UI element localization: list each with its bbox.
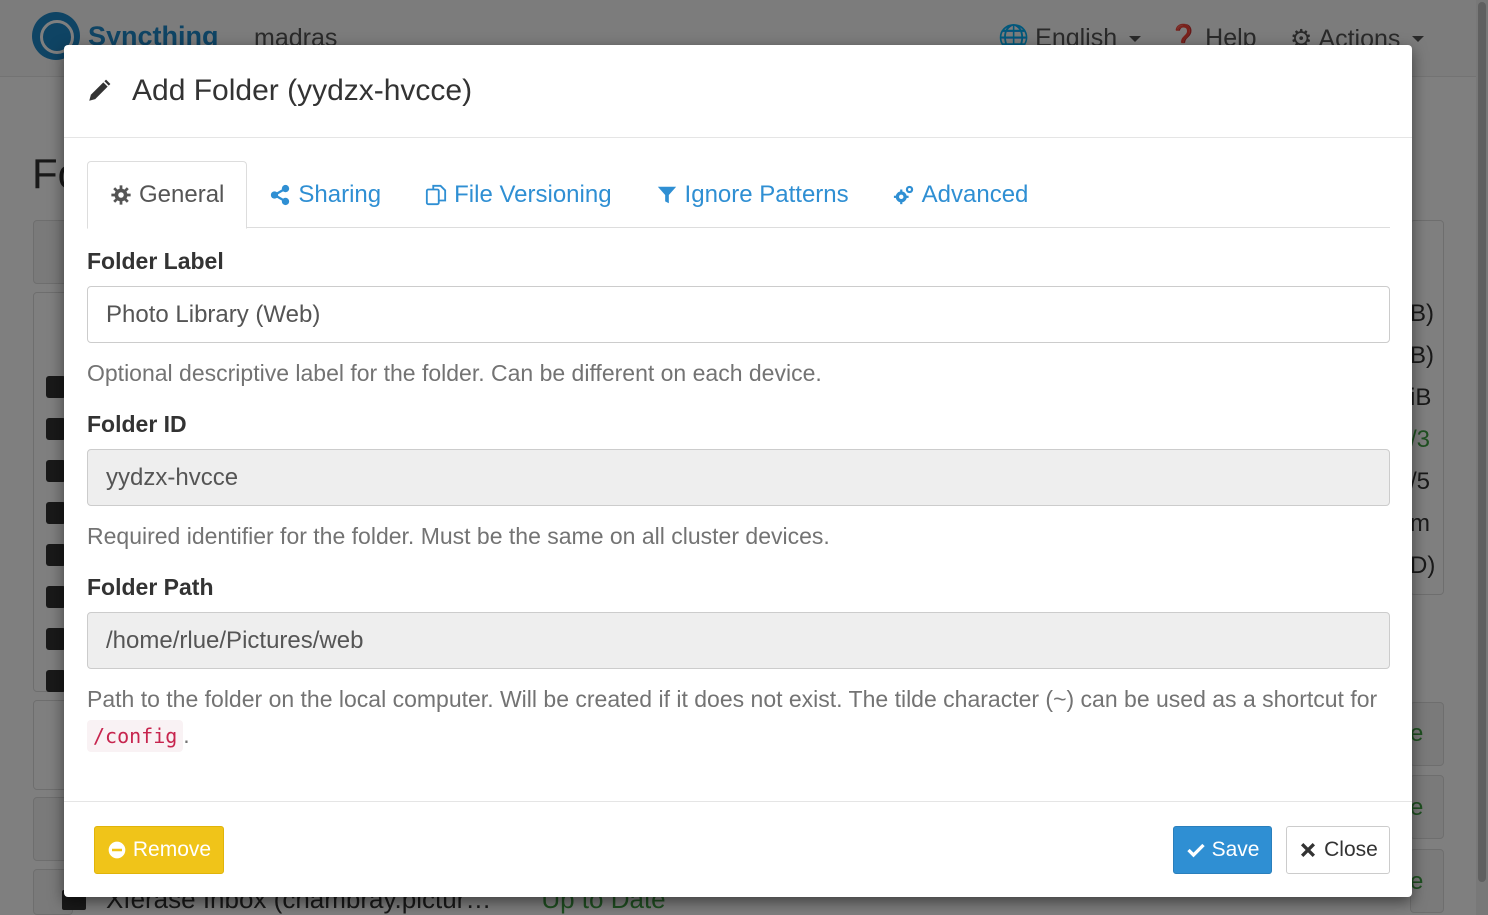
tab-sharing[interactable]: Sharing [247, 161, 403, 228]
folder-label-group: Folder Label Optional descriptive label … [87, 248, 1390, 391]
folder-label-label: Folder Label [87, 248, 224, 274]
tab-label: Ignore Patterns [684, 180, 849, 208]
folder-path-help-end: . [183, 722, 190, 748]
modal-footer: Remove Save Close [64, 801, 1412, 897]
folder-path-label: Folder Path [87, 574, 214, 600]
tab-general[interactable]: General [87, 161, 248, 229]
tab-file-versioning[interactable]: File Versioning [403, 161, 633, 228]
folder-id-help: Required identifier for the folder. Must… [87, 523, 830, 549]
folder-id-label: Folder ID [87, 411, 187, 437]
config-path-code: /config [87, 720, 184, 752]
save-label: Save [1211, 838, 1260, 861]
modal-title: Add Folder (yydzx-hvcce) [132, 74, 473, 107]
copy-icon [426, 184, 447, 205]
remove-label: Remove [132, 838, 212, 861]
save-button[interactable]: Save [1173, 826, 1272, 874]
check-icon [1186, 843, 1205, 858]
folder-label-input[interactable] [87, 286, 1390, 343]
folder-label-help: Optional descriptive label for the folde… [87, 360, 822, 386]
minus-circle-icon [108, 841, 126, 859]
tab-label: General [139, 181, 225, 208]
modal-body: General Sharing File Versioning Ignore P… [64, 138, 1412, 754]
close-button[interactable]: Close [1286, 826, 1390, 874]
close-label: Close [1324, 838, 1378, 861]
close-icon [1301, 842, 1316, 858]
filter-icon [657, 186, 676, 203]
folder-id-group: Folder ID Required identifier for the fo… [87, 411, 1390, 554]
folder-path-group: Folder Path Path to the folder on the lo… [87, 574, 1390, 754]
gear-icon [111, 185, 131, 205]
tab-label: Advanced [921, 180, 1029, 208]
folder-path-input[interactable] [87, 612, 1390, 669]
gears-icon [893, 185, 913, 204]
folder-path-help: Path to the folder on the local computer… [87, 681, 1390, 754]
folder-path-help-text: Path to the folder on the local computer… [87, 686, 1378, 712]
tab-label: Sharing [298, 180, 382, 208]
tab-ignore-patterns[interactable]: Ignore Patterns [634, 161, 871, 228]
share-icon [271, 184, 290, 205]
pencil-icon [89, 79, 111, 101]
remove-button[interactable]: Remove [94, 826, 224, 874]
tab-label: File Versioning [454, 180, 612, 208]
tab-advanced[interactable]: Advanced [871, 161, 1051, 228]
folder-id-input[interactable] [87, 449, 1390, 506]
add-folder-dialog: Add Folder (yydzx-hvcce) General Sharing… [64, 45, 1412, 897]
modal-header: Add Folder (yydzx-hvcce) [64, 45, 1412, 138]
tab-bar: General Sharing File Versioning Ignore P… [87, 161, 1390, 229]
